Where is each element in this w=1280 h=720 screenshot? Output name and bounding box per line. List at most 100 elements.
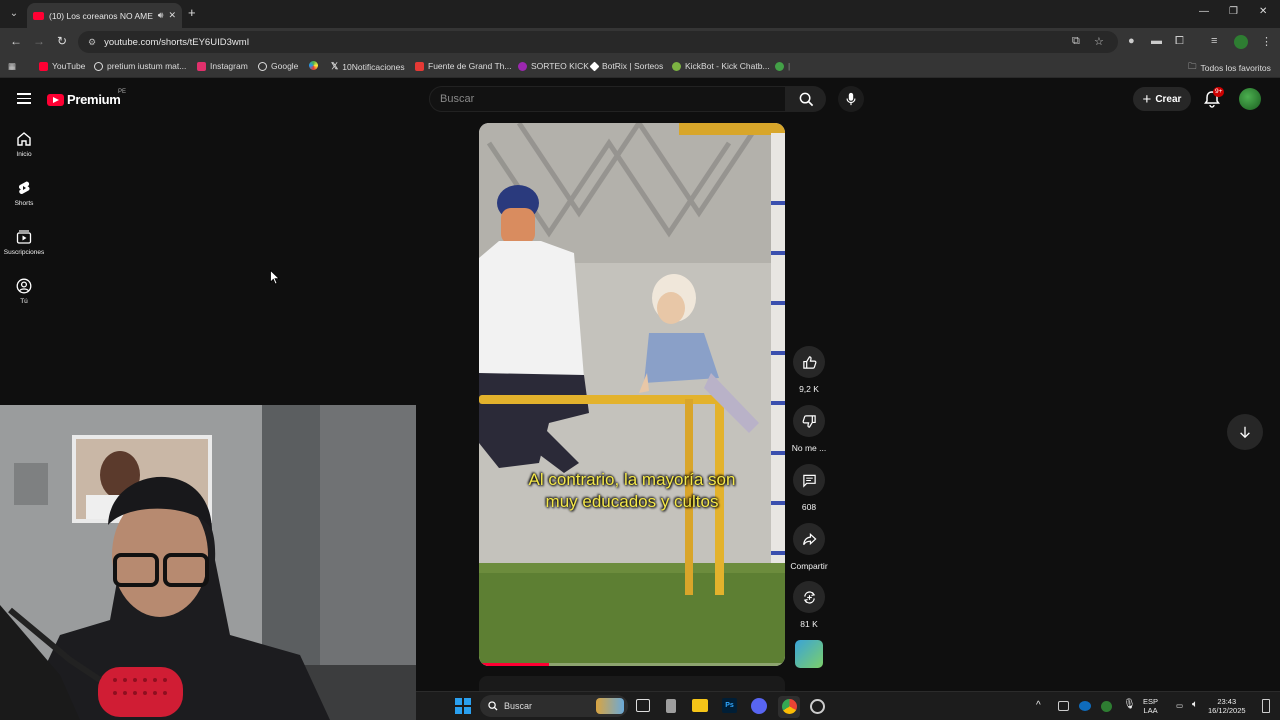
new-tab-button[interactable]: + — [188, 5, 196, 20]
next-short-button[interactable] — [1227, 414, 1263, 450]
bookmark-google[interactable]: Google — [258, 61, 298, 71]
language-indicator[interactable]: ESP LAA — [1143, 697, 1158, 715]
taskbar-search[interactable]: Buscar — [480, 695, 628, 717]
bookmark-grand-theft[interactable]: Fuente de Grand Th... — [415, 61, 511, 71]
onedrive-icon[interactable] — [1079, 701, 1091, 711]
youtube-logo[interactable]: Premium PE — [47, 89, 126, 107]
region-code: PE — [118, 89, 127, 95]
bookmark-pretium[interactable]: pretium iustum mat... — [94, 61, 186, 71]
windows-start-icon[interactable] — [455, 698, 471, 714]
tray-chevron-icon[interactable]: ^ — [1036, 701, 1041, 711]
extensions-puzzle-icon[interactable]: ⧠ — [1175, 35, 1184, 48]
bookmark-label: Google — [271, 61, 299, 71]
bookmark-notificaciones[interactable]: 𝕏 10Notificaciones — [331, 61, 405, 72]
share-action: Compartir — [788, 523, 830, 571]
account-avatar[interactable] — [1239, 88, 1261, 110]
back-button[interactable]: ← — [10, 34, 22, 48]
address-bar[interactable]: ⚙ youtube.com/shorts/tEY6UID3wmI — [78, 31, 1118, 53]
bookmark-pinwheel[interactable] — [309, 61, 318, 70]
short-video-player[interactable]: Al contrario, la mayoría son muy educado… — [479, 123, 785, 666]
all-bookmarks-folder[interactable]: 🗀 Todos los favoritos — [1188, 61, 1271, 75]
extension-icon[interactable]: ● — [1128, 35, 1135, 47]
home-icon — [17, 132, 31, 146]
tray-icon-2[interactable] — [1101, 701, 1112, 712]
chrome-icon[interactable] — [782, 699, 797, 714]
clock[interactable]: 23:43 16/12/2025 — [1208, 697, 1246, 715]
bookmark-sorteo-kick[interactable]: SORTEO KICK — [518, 61, 589, 71]
like-button[interactable] — [793, 346, 825, 378]
pinwheel-icon — [309, 61, 318, 70]
tab-search-button[interactable]: ⌄ — [6, 5, 22, 21]
mouse-cursor-icon — [270, 270, 280, 285]
sidebar-item-inicio[interactable]: Inicio — [0, 131, 48, 158]
reload-button[interactable]: ↻ — [57, 34, 67, 48]
remix-count: 81 K — [800, 619, 818, 629]
tray-icon-1[interactable] — [1058, 701, 1069, 711]
bookmark-green[interactable]: | — [775, 61, 790, 71]
sidebar-item-shorts[interactable]: Shorts — [0, 180, 48, 207]
bookmark-kickbot[interactable]: KickBot - Kick Chatb... — [672, 61, 770, 71]
media-control-icon[interactable]: ≡ — [1211, 35, 1217, 47]
sidebar-item-tu[interactable]: Tú — [0, 278, 48, 305]
network-icon[interactable]: ▭ — [1176, 701, 1183, 710]
comments-button[interactable] — [793, 464, 825, 496]
notification-center-icon[interactable] — [1262, 699, 1270, 713]
botrix-icon — [589, 61, 600, 71]
sidebar-item-suscripciones[interactable]: Suscripciones — [0, 229, 48, 256]
create-button[interactable]: + Crear — [1133, 87, 1191, 111]
remix-button[interactable] — [793, 581, 825, 613]
sidebar-item-label: Shorts — [14, 200, 34, 207]
bookmark-label: 10Notificaciones — [342, 61, 405, 72]
apps-grid-icon[interactable]: ▦ — [8, 61, 16, 72]
search-icon — [799, 92, 813, 106]
search-button[interactable] — [786, 86, 826, 112]
voice-search-button[interactable] — [838, 86, 864, 112]
app-icon-1[interactable] — [666, 699, 676, 713]
install-app-icon[interactable]: ⧉ — [1072, 35, 1080, 48]
tab-close-button[interactable]: ✕ — [168, 10, 176, 21]
site-info-icon[interactable]: ⚙ — [88, 37, 96, 48]
video-subtitle: Al contrario, la mayoría son muy educado… — [479, 469, 785, 513]
microphone-icon[interactable]: 🎙︎ — [1123, 700, 1136, 710]
close-icon[interactable]: ✕ — [1259, 6, 1267, 17]
kebab-menu-icon[interactable]: ⋮ — [1261, 35, 1272, 48]
forward-button[interactable]: → — [33, 34, 45, 48]
subtitle-line: muy educados y cultos — [545, 492, 719, 511]
lang-line: LAA — [1143, 706, 1158, 715]
bookmark-star-icon[interactable]: ☆ — [1094, 35, 1104, 48]
bookmark-youtube[interactable]: YouTube — [39, 61, 85, 71]
minimize-icon[interactable]: — — [1199, 6, 1209, 17]
task-view-icon[interactable] — [636, 699, 650, 712]
search-input[interactable]: Buscar — [429, 86, 786, 112]
tab-title: (10) Los coreanos NO AME — [49, 10, 153, 21]
volume-icon[interactable]: 🔈︎ — [1192, 700, 1198, 710]
browser-toolbar: ← → ↻ ⚙ youtube.com/shorts/tEY6UID3wmI ⧉… — [0, 28, 1280, 56]
extension-icon-2[interactable]: ▬ — [1151, 35, 1162, 47]
search-icon — [488, 701, 498, 711]
menu-icon[interactable] — [17, 93, 31, 104]
like-action: 9,2 K — [788, 346, 830, 394]
bookmark-instagram[interactable]: Instagram — [197, 61, 248, 71]
comment-count: 608 — [801, 502, 817, 512]
profile-avatar[interactable] — [1234, 35, 1248, 49]
next-short-preview — [479, 676, 785, 691]
discord-icon[interactable] — [751, 698, 767, 714]
bookmark-botrix[interactable]: BotRix | Sorteos — [589, 61, 663, 71]
browser-tab[interactable]: (10) Los coreanos NO AME 🔊︎ ✕ — [27, 3, 182, 28]
app-icon-2[interactable] — [810, 699, 825, 714]
share-button[interactable] — [793, 523, 825, 555]
speaker-icon[interactable]: 🔊︎ — [158, 10, 164, 21]
youtube-icon — [39, 61, 48, 71]
brand-text: Premium — [67, 92, 121, 107]
photoshop-icon[interactable]: Ps — [722, 698, 737, 713]
webcam-feed — [0, 405, 416, 720]
video-progress-bar[interactable] — [479, 663, 785, 666]
dislike-button[interactable] — [793, 405, 825, 437]
bookmark-label: Instagram — [210, 61, 248, 71]
user-icon — [16, 278, 32, 294]
audio-source-thumbnail[interactable] — [795, 640, 823, 668]
bookmark-label: SORTEO KICK — [531, 61, 589, 71]
restore-icon[interactable]: ❐ — [1229, 6, 1238, 17]
sidebar-item-label: Inicio — [16, 151, 32, 158]
file-explorer-icon[interactable] — [692, 699, 708, 712]
